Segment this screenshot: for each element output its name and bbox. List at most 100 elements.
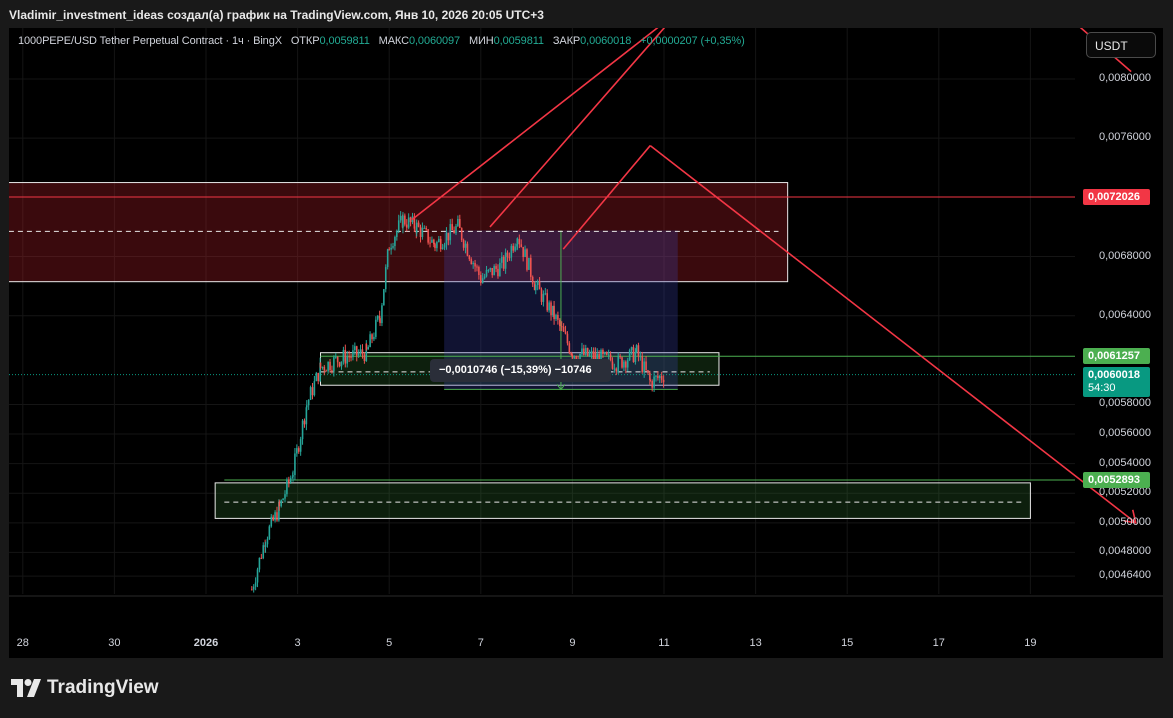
- candle-body: [278, 502, 281, 507]
- candle-body: [431, 239, 433, 243]
- time-tick-label: 9: [569, 637, 576, 649]
- candle-body: [476, 266, 478, 268]
- candle-body: [653, 376, 655, 388]
- candle-body: [474, 263, 476, 267]
- candle-body: [500, 256, 503, 263]
- legend-open-label: ОТКР: [290, 35, 320, 47]
- candle-body: [583, 348, 585, 355]
- time-tick-label: 2026: [193, 637, 219, 649]
- candle-body: [550, 302, 552, 316]
- candle-body: [333, 357, 335, 372]
- candle-body: [483, 276, 486, 279]
- candle-body: [553, 305, 555, 319]
- candle-body: [429, 242, 431, 244]
- candle-body: [307, 399, 310, 406]
- candle-body: [497, 268, 499, 277]
- candle-body: [355, 346, 358, 356]
- candle-body: [512, 245, 515, 251]
- candle-body: [557, 314, 559, 320]
- candle-body: [266, 539, 269, 545]
- candle-body: [472, 263, 474, 265]
- currency-button[interactable]: USDT: [1086, 32, 1156, 58]
- time-tick-label: 13: [749, 637, 762, 649]
- candle-body: [309, 387, 312, 400]
- candle-body: [641, 356, 644, 373]
- tradingview-logo[interactable]: TradingView: [11, 677, 159, 699]
- candle-timer: 54:30: [1088, 381, 1116, 394]
- candle-body: [329, 361, 331, 371]
- time-tick-label: 19: [1024, 637, 1037, 649]
- price-badge-mid-level: 0,0061257: [1083, 348, 1150, 365]
- price-badge-support: 0,0052893: [1083, 472, 1150, 489]
- candle-body: [651, 381, 653, 388]
- candle-body: [485, 270, 488, 277]
- candle-body: [459, 218, 461, 229]
- candle-body: [540, 289, 543, 302]
- candle-body: [313, 381, 316, 396]
- candle-body: [252, 586, 255, 590]
- candle-body: [373, 336, 375, 340]
- price-tick-label: 0,0052000: [1099, 486, 1151, 499]
- candle-body: [311, 387, 314, 396]
- candle-body: [415, 222, 418, 234]
- price-badge-resistance: 0,0072026: [1083, 188, 1150, 205]
- time-tick-label: 17: [932, 637, 945, 649]
- candle-body: [520, 244, 523, 247]
- candle-body: [361, 349, 364, 355]
- price-chart[interactable]: [9, 28, 1163, 658]
- candle-body: [504, 252, 507, 269]
- candle-body: [419, 226, 422, 238]
- candle-body: [529, 257, 532, 277]
- candle-body: [559, 319, 561, 327]
- candle-body: [357, 353, 360, 356]
- candle-body: [544, 293, 547, 295]
- candle-body: [542, 293, 545, 302]
- candle-body: [427, 229, 429, 243]
- candle-body: [510, 245, 513, 258]
- candle-body: [516, 238, 519, 244]
- candle-body: [570, 352, 573, 355]
- candle-body: [528, 257, 530, 270]
- candle-body: [384, 267, 387, 290]
- time-tick-label: 7: [477, 637, 484, 649]
- candle-body: [350, 356, 352, 358]
- candle-body: [630, 347, 633, 350]
- candle-body: [619, 355, 621, 358]
- candle-body: [336, 356, 339, 363]
- candle-body: [534, 284, 537, 291]
- candle-body: [325, 370, 328, 372]
- legend-open-value: 0,0059811: [319, 35, 370, 47]
- candle-body: [634, 351, 637, 363]
- candle-body: [518, 238, 521, 245]
- support-zone: [214, 482, 1031, 519]
- candle-body: [449, 224, 452, 241]
- candle-body: [546, 293, 549, 311]
- legend-low-value: 0,0059811: [493, 35, 544, 47]
- candle-body: [560, 326, 563, 328]
- candle-body: [499, 262, 501, 277]
- time-tick-label: 5: [386, 637, 393, 649]
- symbol-legend: 1000PEPE/USD Tether Perpetual Contract ·…: [18, 35, 745, 47]
- candle-body: [297, 448, 300, 452]
- candle-body: [625, 361, 627, 368]
- candle-body: [468, 255, 471, 260]
- chart-frame[interactable]: 1000PEPE/USD Tether Perpetual Contract ·…: [9, 28, 1163, 658]
- price-tick-label: 0,0056000: [1099, 427, 1151, 440]
- candle-body: [394, 236, 396, 247]
- candle-body: [323, 366, 326, 371]
- candle-body: [346, 356, 349, 364]
- candle-body: [439, 238, 442, 250]
- candle-body: [548, 302, 550, 311]
- candle-body: [272, 516, 274, 521]
- candle-body: [286, 479, 288, 495]
- time-tick-label: 30: [108, 637, 121, 649]
- candle-body: [402, 215, 404, 228]
- candle-body: [331, 370, 333, 372]
- legend-symbol: 1000PEPE/USD Tether Perpetual Contract ·…: [18, 35, 282, 47]
- price-tick-label: 0,0076000: [1099, 131, 1151, 144]
- trend-line: [649, 144, 1137, 524]
- candle-body: [299, 439, 302, 452]
- candle-body: [632, 347, 635, 363]
- candle-body: [460, 228, 463, 241]
- candle-body: [564, 331, 567, 334]
